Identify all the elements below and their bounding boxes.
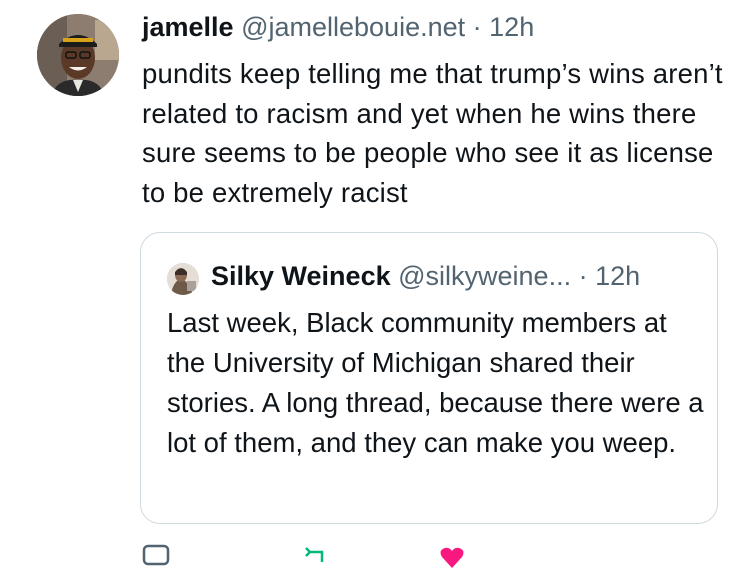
post: jamelle @jamellebouie.net · 12h pundits … <box>0 0 750 568</box>
author-name[interactable]: jamelle <box>142 12 234 42</box>
retweet-icon[interactable] <box>300 544 328 572</box>
quoted-post-text: Last week, Black community members at th… <box>167 307 704 458</box>
quoted-author-name[interactable]: Silky Weineck <box>211 261 391 291</box>
quoted-author-avatar[interactable] <box>167 263 199 295</box>
post-text: pundits keep telling me that trump’s win… <box>142 58 723 208</box>
like-icon[interactable] <box>438 544 466 572</box>
header-separator: · <box>472 12 482 42</box>
reply-icon[interactable] <box>142 544 170 572</box>
author-avatar-image <box>37 14 119 96</box>
author-handle[interactable]: @jamellebouie.net <box>241 12 465 42</box>
quoted-author-handle[interactable]: @silkyweine... <box>398 261 571 291</box>
author-avatar[interactable] <box>37 14 119 96</box>
post-timestamp[interactable]: 12h <box>489 12 534 42</box>
post-header: jamelle @jamellebouie.net · 12h <box>142 10 534 44</box>
post-actions <box>142 544 702 568</box>
quoted-post[interactable]: Silky Weineck @silkyweine... · 12h Last … <box>140 232 718 524</box>
quoted-author-avatar-image <box>167 263 199 295</box>
quoted-header-separator: · <box>578 261 588 291</box>
quoted-post-header: Silky Weineck @silkyweine... · 12h <box>211 259 640 293</box>
quoted-post-timestamp[interactable]: 12h <box>595 261 640 291</box>
